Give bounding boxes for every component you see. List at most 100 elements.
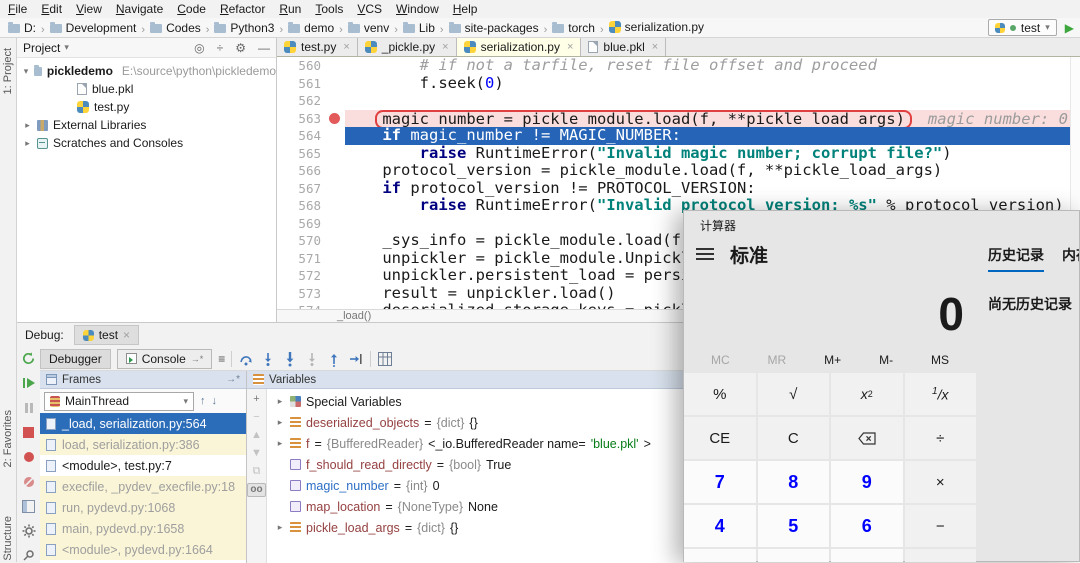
code-line[interactable]: 560 # if not a tarfile, reset file offse… [277,57,1080,75]
chevron-down-icon[interactable]: ▾ [64,42,69,53]
breadcrumb-item[interactable]: torch [550,21,597,35]
view-breakpoints-icon[interactable] [21,449,37,465]
chevron-collapsed-icon[interactable]: ▸ [275,438,285,449]
chevron-expanded-icon[interactable]: ▾ [23,66,29,77]
step-out-of-block-icon[interactable] [304,351,320,367]
frames-options-icon[interactable]: →* [226,374,240,385]
tool-window-project-button[interactable]: 1: Project [2,48,14,94]
close-icon[interactable]: × [123,328,130,342]
chevron-collapsed-icon[interactable]: ▸ [275,417,285,428]
calc-button-4[interactable]: 4 [684,505,756,547]
breadcrumb-item[interactable]: demo [286,21,336,35]
project-tree-item[interactable]: blue.pkl [17,80,276,98]
show-watches-icon[interactable]: oo [247,483,265,497]
calc-button-2[interactable]: 2 [758,549,830,562]
hide-panel-icon[interactable]: — [258,41,270,55]
rerun-icon[interactable] [21,351,37,367]
chevron-collapsed-icon[interactable]: ▸ [275,522,285,533]
move-down-icon[interactable]: ▼ [251,447,262,459]
step-over-icon[interactable] [238,351,254,367]
close-icon[interactable]: × [652,41,658,53]
calc-button-7[interactable]: 7 [684,461,756,503]
breadcrumb-item[interactable]: Codes [148,21,203,35]
memory-button-mr[interactable]: MR [768,353,787,367]
breadcrumb-item[interactable]: venv [346,21,391,35]
breadcrumb-item[interactable]: D: [6,21,38,35]
code-line[interactable]: 563 magic_number = pickle_module.load(f,… [277,110,1080,128]
project-tree-item[interactable]: test.py [17,98,276,116]
editor-tab-serialization-py[interactable]: serialization.py× [457,38,582,56]
calc-button-add[interactable]: + [905,549,977,562]
run-configuration-select[interactable]: test ▾ [988,19,1057,36]
menu-navigate[interactable]: Navigate [109,2,170,16]
breadcrumb-item[interactable]: Development [48,21,139,35]
collapse-all-icon[interactable]: ÷ [217,41,224,55]
evaluate-expression-icon[interactable] [377,351,393,367]
memory-button-m+[interactable]: M+ [824,353,841,367]
close-icon[interactable]: × [343,41,349,53]
menu-vcs[interactable]: VCS [350,2,389,16]
calc-button-5[interactable]: 5 [758,505,830,547]
calc-button-multiply[interactable]: × [905,461,977,503]
code-line[interactable]: 561 f.seek(0) [277,75,1080,93]
calc-button-3[interactable]: 3 [831,549,903,562]
calc-button-backspace[interactable] [831,417,903,459]
menu-window[interactable]: Window [389,2,446,16]
menu-help[interactable]: Help [446,2,485,16]
tab-history[interactable]: 历史记录 [988,245,1044,272]
menu-edit[interactable]: Edit [34,2,69,16]
frame-row[interactable]: main, pydevd.py:1658 [40,518,246,539]
calc-button-sqrt[interactable]: √ [758,373,830,415]
breadcrumb-item[interactable]: Python3 [212,21,276,35]
calc-button-9[interactable]: 9 [831,461,903,503]
menu-view[interactable]: View [69,2,109,16]
next-frame-icon[interactable]: ↓ [212,395,218,407]
step-into-icon[interactable] [260,351,276,367]
breadcrumb-item[interactable]: site-packages [447,21,541,35]
calc-button-divide[interactable]: ÷ [905,417,977,459]
memory-button-mc[interactable]: MC [711,353,730,367]
chevron-collapsed-icon[interactable]: ▸ [23,120,32,131]
project-tree-item[interactable]: ▸External Libraries [17,116,276,134]
locate-file-icon[interactable]: ◎ [194,41,204,55]
calc-button-clear[interactable]: C [758,417,830,459]
calc-button-1[interactable]: 1 [684,549,756,562]
code-line[interactable]: 565 raise RuntimeError("Invalid magic nu… [277,145,1080,163]
previous-frame-icon[interactable]: ↑ [200,395,206,407]
calc-button-reciprocal[interactable]: 1/x [905,373,977,415]
editor-tab-blue-pkl[interactable]: blue.pkl× [581,38,666,56]
menu-refactor[interactable]: Refactor [213,2,272,16]
code-line[interactable]: 564 if magic_number != MAGIC_NUMBER: [277,127,1080,145]
run-to-cursor-icon[interactable] [348,351,364,367]
force-step-into-icon[interactable] [282,351,298,367]
tab-debugger[interactable]: Debugger [40,349,111,369]
debug-session-tab[interactable]: test × [74,325,139,345]
debug-settings-gear-icon[interactable] [21,523,37,539]
close-icon[interactable]: × [567,41,573,53]
chevron-collapsed-icon[interactable]: ▸ [275,396,285,407]
layout-menu-icon[interactable]: ≡ [218,352,225,366]
tab-memory[interactable]: 内存 [1062,245,1079,272]
breakpoint-icon[interactable] [329,113,340,124]
settings-gear-icon[interactable]: ⚙ [235,41,246,55]
calc-button-6[interactable]: 6 [831,505,903,547]
stop-icon[interactable] [21,425,37,441]
code-line[interactable]: 566 protocol_version = pickle_module.loa… [277,162,1080,180]
editor-tab-test-py[interactable]: test.py× [277,38,358,56]
chevron-collapsed-icon[interactable]: ▸ [23,138,32,149]
menu-run[interactable]: Run [272,2,308,16]
restore-layout-icon[interactable] [21,498,37,514]
add-watch-icon[interactable]: + [253,393,259,405]
tool-window-favorites-button[interactable]: 2: Favorites [2,410,14,467]
menu-file[interactable]: File [1,2,34,16]
breadcrumb-item[interactable]: serialization.py [607,20,706,34]
breadcrumb-item[interactable]: Lib [401,21,437,35]
move-up-icon[interactable]: ▲ [251,429,262,441]
calc-button-percent[interactable]: % [684,373,756,415]
project-tree-item[interactable]: ▸Scratches and Consoles [17,134,276,152]
editor-tab-_pickle-py[interactable]: _pickle.py× [358,38,457,56]
calc-button-subtract[interactable]: − [905,505,977,547]
frame-row[interactable]: execfile, _pydev_execfile.py:18 [40,476,246,497]
run-button[interactable]: ▶ [1065,21,1074,35]
code-line[interactable]: 567 if protocol_version != PROTOCOL_VERS… [277,180,1080,198]
